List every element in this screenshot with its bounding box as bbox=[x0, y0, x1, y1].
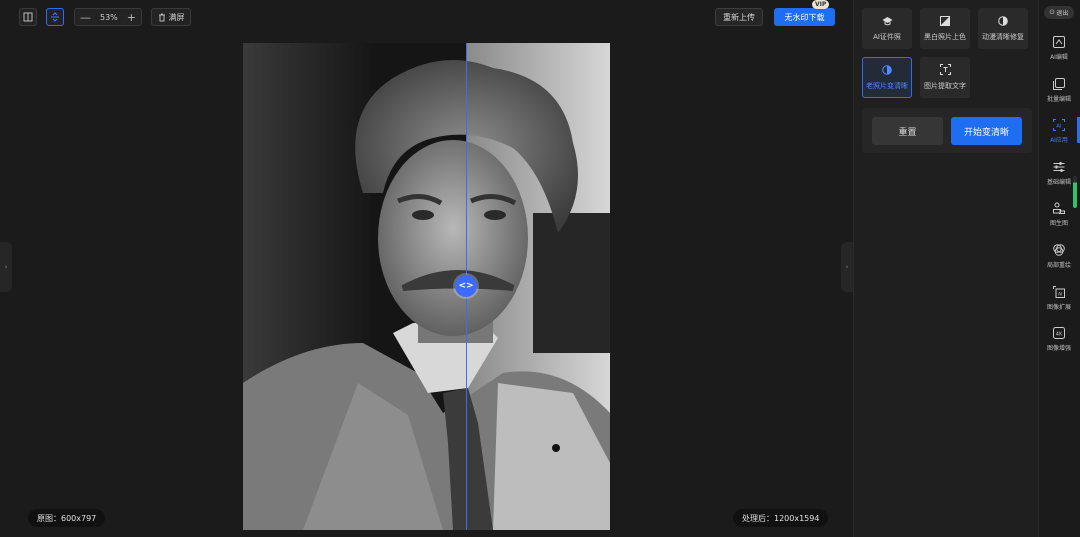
trash-icon bbox=[158, 13, 165, 21]
canvas-area: — 53% + 满屏 重新上传 无水印下载 VIP <> 原图：600x797 … bbox=[0, 0, 853, 537]
tool-anime-restore[interactable]: 动漫清晰修复 bbox=[978, 8, 1028, 49]
batch-edit-icon bbox=[1053, 77, 1065, 90]
tool-label: 黑白照片上色 bbox=[924, 32, 966, 41]
original-size-label: 原图：600x797 bbox=[37, 513, 97, 523]
zoom-in-button[interactable]: + bbox=[127, 12, 136, 23]
chevron-right-icon: › bbox=[4, 263, 8, 271]
zoom-value: 53% bbox=[100, 12, 118, 22]
nav-item-label: 图生图 bbox=[1049, 219, 1068, 227]
photo-preview[interactable] bbox=[243, 43, 610, 530]
tool-old-photo-restore[interactable]: 老照片变清晰 bbox=[862, 57, 912, 98]
image-to-image-icon bbox=[1053, 202, 1065, 214]
colorize-icon bbox=[940, 15, 950, 26]
nav-item-label: 批量编辑 bbox=[1046, 95, 1071, 103]
graduation-cap-icon bbox=[882, 16, 892, 25]
fullscreen-button[interactable]: 满屏 bbox=[151, 8, 191, 26]
slider-arrows-icon: <> bbox=[458, 281, 474, 291]
nav-item-inpaint[interactable]: 局部重绘 bbox=[1040, 239, 1078, 273]
original-size-badge: 原图：600x797 bbox=[28, 509, 106, 527]
nav-item-image-expand[interactable]: AI 图像扩展 bbox=[1040, 281, 1078, 315]
nav-item-label: AI应用 bbox=[1050, 136, 1068, 144]
collapse-left-tab[interactable]: › bbox=[0, 242, 12, 292]
compare-icon[interactable] bbox=[46, 8, 64, 26]
svg-text:AI: AI bbox=[1056, 123, 1062, 129]
power-icon: ⏻ bbox=[1049, 8, 1055, 16]
tool-label: 老照片变清晰 bbox=[866, 81, 908, 90]
tool-label: AI证件照 bbox=[873, 32, 901, 41]
nav-item-ai-app[interactable]: AI AI应用 bbox=[1040, 114, 1078, 148]
processed-size-badge: 处理后：1200x1594 bbox=[733, 509, 829, 527]
svg-text:AI: AI bbox=[1058, 291, 1062, 297]
nav-item-ai-edit[interactable]: AI编辑 bbox=[1040, 31, 1078, 65]
tool-label: 图片提取文字 bbox=[924, 82, 966, 90]
processed-size-label: 处理后：1200x1594 bbox=[742, 513, 820, 523]
sliders-icon bbox=[1053, 161, 1065, 172]
ai-edit-icon bbox=[1053, 35, 1065, 48]
nav-item-image-enhance[interactable]: 4K 图像增强 bbox=[1040, 322, 1078, 356]
vip-badge: VIP bbox=[812, 0, 830, 9]
nav-item-label: 基础编辑 bbox=[1046, 178, 1071, 186]
text-scan-icon bbox=[939, 64, 951, 75]
start-enhance-button[interactable]: 开始变清晰 bbox=[951, 117, 1022, 145]
chevron-right-icon: › bbox=[845, 263, 849, 271]
nav-item-label: 图像增强 bbox=[1046, 344, 1071, 352]
enhance-4k-icon: 4K bbox=[1053, 326, 1065, 339]
split-view-icon[interactable] bbox=[19, 8, 37, 26]
restore-icon bbox=[882, 64, 892, 75]
compare-slider-handle[interactable]: <> bbox=[455, 275, 477, 297]
fullscreen-label: 满屏 bbox=[168, 12, 185, 22]
svg-text:4K: 4K bbox=[1056, 331, 1063, 337]
expand-icon: AI bbox=[1053, 285, 1065, 298]
tool-colorize[interactable]: 黑白照片上色 bbox=[920, 8, 970, 49]
vip-label: VIP bbox=[815, 1, 827, 8]
nav-item-label: 图像扩展 bbox=[1046, 303, 1071, 311]
ai-app-icon: AI bbox=[1053, 118, 1065, 131]
tool-text-extract[interactable]: 图片提取文字 bbox=[920, 57, 970, 98]
tool-ai-id-photo[interactable]: AI证件照 bbox=[862, 8, 912, 49]
nav-item-image-to-image[interactable]: 图生图 bbox=[1040, 197, 1078, 231]
collapse-right-tab[interactable]: › bbox=[841, 242, 853, 292]
logout-button[interactable]: ⏻ 退出 bbox=[1044, 6, 1074, 19]
zoom-control: — 53% + bbox=[74, 8, 142, 26]
nav-item-label: 局部重绘 bbox=[1046, 261, 1071, 269]
nav-item-label: AI编辑 bbox=[1050, 53, 1068, 61]
download-button[interactable]: 无水印下载 bbox=[774, 8, 835, 26]
reset-button[interactable]: 重置 bbox=[872, 117, 943, 145]
nav-item-batch-edit[interactable]: 批量编辑 bbox=[1040, 73, 1078, 107]
tool-label: 动漫清晰修复 bbox=[982, 32, 1024, 41]
portrait-image bbox=[243, 43, 610, 530]
inpaint-icon bbox=[1053, 243, 1065, 256]
contrast-icon bbox=[998, 15, 1008, 26]
reupload-button[interactable]: 重新上传 bbox=[715, 8, 763, 26]
logout-label: 退出 bbox=[1056, 10, 1069, 17]
zoom-out-button[interactable]: — bbox=[80, 12, 91, 23]
